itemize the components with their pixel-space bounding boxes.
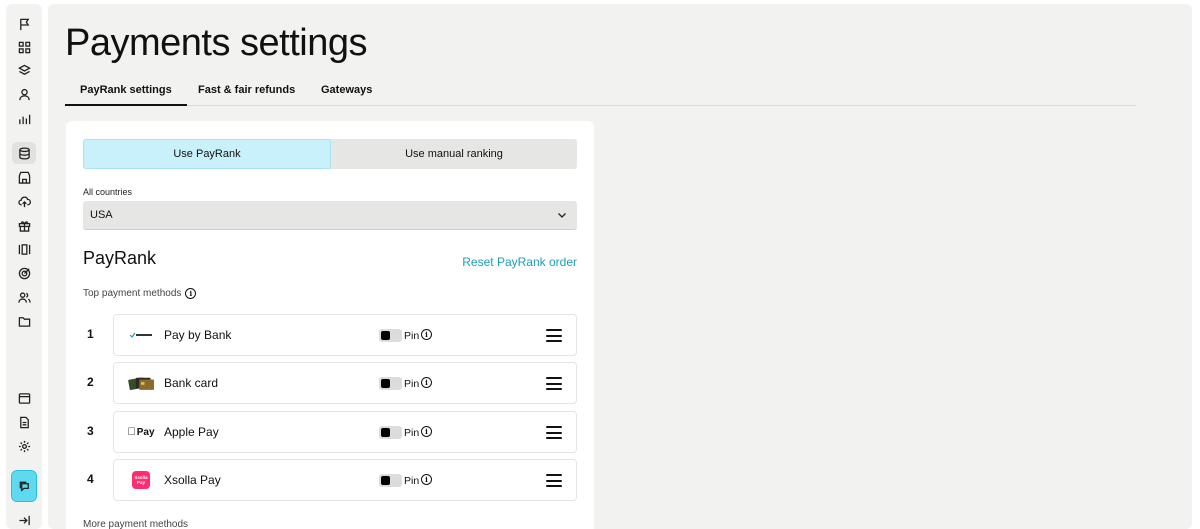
payment-method-row: 2 Bank card Pin i [83,362,577,404]
users-icon[interactable] [12,286,36,308]
payrank-section-title: PayRank [83,248,157,268]
sidebar [6,4,42,529]
drag-handle-icon[interactable] [546,474,562,487]
payment-method-name: Bank card [164,376,219,390]
payment-method-row: 4 Xsolla Pay Xsolla Pay Pin i [83,459,577,501]
country-select-value: USA [90,209,113,221]
country-select[interactable]: USA [83,201,577,230]
reset-payrank-order-link[interactable]: Reset PayRank order [462,255,577,269]
cards-logo-icon [128,373,154,393]
payment-method-card[interactable]: Pay Apple Pay Pin i [113,411,577,453]
rank-number: 4 [87,472,94,486]
pin-info-icon[interactable]: i [421,426,432,437]
rank-number: 2 [87,375,94,389]
layers-icon[interactable] [12,59,36,81]
payment-method-name: Xsolla Pay [164,473,221,487]
page-title: Payments settings [65,22,367,64]
use-manual-ranking-button[interactable]: Use manual ranking [331,139,577,169]
pin-info-icon[interactable]: i [421,377,432,388]
top-payment-methods-text: Top payment methods [83,288,182,299]
pin-toggle[interactable] [379,474,402,487]
database-icon[interactable] [12,142,36,164]
pin-label: Pin [404,475,420,487]
rank-number: 1 [87,327,94,341]
payment-method-card[interactable]: Bank card Pin i [113,362,577,404]
folder-icon[interactable] [12,310,36,332]
info-icon[interactable]: i [185,288,197,299]
pin-info-icon[interactable]: i [421,474,432,485]
store-icon[interactable] [12,166,36,188]
drag-handle-icon[interactable] [546,426,562,439]
columns-icon[interactable] [12,238,36,260]
pin-toggle[interactable] [379,426,402,439]
xsolla-pay-logo-icon: Xsolla Pay [128,470,154,490]
ranking-mode-toggle: Use PayRank Use manual ranking [83,139,577,169]
pin-label: Pin [404,330,420,342]
pin-toggle[interactable] [379,329,402,342]
tab-payrank-settings[interactable]: PayRank settings [65,84,187,106]
pin-label: Pin [404,427,420,439]
browser-window-icon[interactable] [12,387,36,409]
apple-pay-logo-icon: Pay [127,422,155,442]
payment-method-row: 3 Pay Apple Pay Pin i [83,411,577,453]
xsolla-pay-logo-text: Xsolla Pay [132,471,150,489]
cloud-upload-icon[interactable] [12,190,36,212]
pin-info-icon[interactable]: i [421,329,432,340]
user-icon[interactable] [12,83,36,105]
drag-handle-icon[interactable] [546,377,562,390]
use-payrank-button[interactable]: Use PayRank [83,139,331,169]
country-field-label: All countries [83,187,133,197]
pin-label: Pin [404,378,420,390]
payment-method-name: Pay by Bank [164,328,232,342]
payment-method-card[interactable]: Xsolla Pay Xsolla Pay Pin i [113,459,577,501]
flag-icon[interactable] [12,13,36,35]
settings-gear-icon[interactable] [12,435,36,457]
payment-method-card[interactable]: Pay by Bank Pin i [113,314,577,356]
main-panel: Payments settings PayRank settings Fast … [48,4,1192,529]
rank-number: 3 [87,424,94,438]
grid-icon[interactable] [12,36,36,58]
open-banking-logo-icon [128,325,154,345]
payment-method-name: Apple Pay [164,425,219,439]
chevron-down-icon [558,213,566,218]
tab-bar: PayRank settings Fast & fair refunds Gat… [65,82,1136,106]
payrank-card: Use PayRank Use manual ranking All count… [66,121,594,529]
gift-icon[interactable] [12,214,36,236]
pin-toggle[interactable] [379,377,402,390]
bar-chart-icon[interactable] [12,107,36,129]
collapse-sidebar-icon[interactable] [12,509,36,529]
payment-method-row: 1 Pay by Bank Pin i [83,314,577,356]
apple-pay-logo-text: Pay [132,426,155,438]
document-icon[interactable] [12,411,36,433]
help-chat-icon[interactable] [11,470,37,502]
drag-handle-icon[interactable] [546,329,562,342]
top-payment-methods-label: Top payment methods i [83,288,197,299]
tab-fast-fair-refunds[interactable]: Fast & fair refunds [198,84,295,106]
target-icon[interactable] [12,262,36,284]
more-payment-methods-label: More payment methods [83,519,189,529]
tab-gateways[interactable]: Gateways [321,84,372,106]
